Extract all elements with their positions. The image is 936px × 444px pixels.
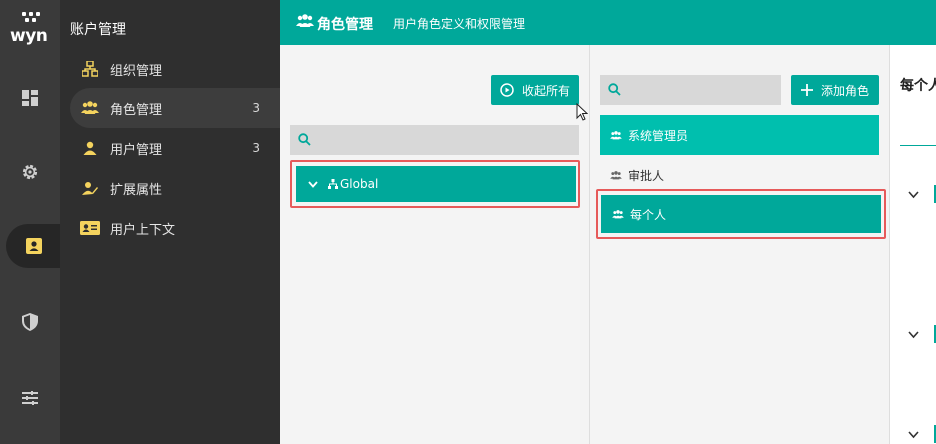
rail-dashboard[interactable]	[0, 78, 60, 118]
user-icon	[80, 140, 100, 156]
nav-label: 扩展属性	[110, 182, 163, 198]
chevron-down-icon[interactable]	[908, 431, 919, 439]
org-tree-icon	[328, 179, 338, 189]
logo-text: wyn	[10, 26, 48, 46]
role-group-icon	[610, 130, 622, 140]
rail-settings[interactable]	[0, 152, 60, 192]
shield-icon	[22, 313, 38, 331]
chevron-down-icon[interactable]	[908, 331, 919, 339]
dashboard-icon	[22, 90, 38, 106]
rail-preferences[interactable]	[0, 378, 60, 418]
role-group-icon	[80, 100, 100, 116]
detail-tab-underline	[900, 145, 936, 146]
column-divider	[589, 45, 590, 444]
role-selected-highlight: 每个人	[596, 189, 886, 239]
add-role-label: 添加角色	[821, 83, 870, 98]
nav-item-roles[interactable]: 角色管理 3	[70, 88, 280, 128]
rail-accounts[interactable]	[6, 224, 62, 268]
page-description: 用户角色定义和权限管理	[393, 17, 526, 31]
nav-label: 用户管理	[110, 142, 163, 158]
search-icon	[298, 133, 311, 146]
plus-icon	[801, 84, 813, 96]
role-search-input[interactable]	[600, 75, 781, 105]
nav-count: 3	[252, 101, 260, 115]
org-tree-node-global[interactable]: Global	[296, 166, 576, 202]
play-circle-icon	[500, 83, 514, 97]
sliders-icon	[22, 391, 38, 405]
collapse-all-button[interactable]: 收起所有	[491, 75, 579, 105]
id-card-icon	[80, 220, 100, 236]
role-item[interactable]: 系统管理员	[600, 115, 879, 155]
role-label: 系统管理员	[628, 128, 689, 143]
chevron-down-icon[interactable]	[908, 191, 919, 199]
role-label: 审批人	[628, 168, 665, 183]
collapse-all-label: 收起所有	[522, 83, 571, 98]
tree-node-label: Global	[340, 177, 379, 191]
nav-item-extended-attributes[interactable]: 扩展属性	[70, 168, 280, 208]
nav-item-user-context[interactable]: 用户上下文	[70, 208, 280, 248]
role-group-icon	[296, 14, 314, 32]
chevron-down-icon[interactable]	[308, 180, 318, 188]
role-group-icon	[610, 170, 622, 180]
gear-icon	[22, 164, 38, 180]
user-edit-icon	[80, 180, 100, 196]
subnav-title: 账户管理	[70, 22, 126, 38]
search-icon	[608, 83, 621, 96]
org-tree-root-highlight: Global	[290, 160, 580, 208]
nav-label: 角色管理	[110, 102, 163, 118]
role-item-selected[interactable]: 每个人	[601, 195, 881, 233]
account-subnav: 账户管理 组织管理 角色管理 3 用户管理 3 扩展属性 用户上下文	[60, 0, 280, 444]
user-card-icon	[26, 238, 42, 254]
nav-label: 组织管理	[110, 63, 163, 79]
nav-count: 3	[252, 141, 260, 155]
page-title: 角色管理	[317, 17, 373, 33]
rail-security[interactable]	[0, 302, 60, 342]
page-header: 角色管理 用户角色定义和权限管理	[280, 0, 936, 45]
role-detail-panel: 每个人	[890, 45, 936, 444]
nav-item-org[interactable]: 组织管理	[70, 49, 280, 89]
mouse-cursor-icon	[576, 103, 588, 121]
role-group-icon	[612, 209, 624, 219]
detail-title: 每个人	[900, 78, 936, 94]
org-search-input[interactable]	[290, 125, 579, 155]
logo-dots	[22, 12, 40, 26]
role-label: 每个人	[630, 207, 667, 222]
wyn-logo: wyn	[8, 12, 52, 46]
nav-item-users[interactable]: 用户管理 3	[70, 128, 280, 168]
icon-rail: wyn	[0, 0, 62, 444]
org-tree-icon	[80, 61, 100, 77]
nav-label: 用户上下文	[110, 222, 176, 238]
add-role-button[interactable]: 添加角色	[791, 75, 879, 105]
